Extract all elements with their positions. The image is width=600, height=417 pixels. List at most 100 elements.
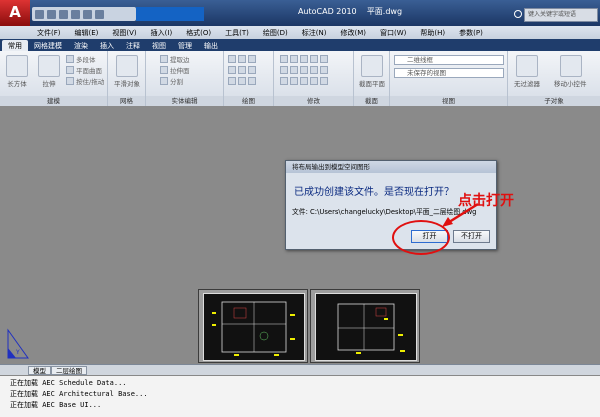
menu-draw[interactable]: 绘图(D) <box>256 28 295 38</box>
layout-preview-1 <box>198 289 308 363</box>
separate-button[interactable]: 分割 <box>160 76 183 86</box>
panel-modify: 修改 <box>274 51 354 106</box>
section-plane-label: 截面平面 <box>359 80 385 88</box>
dont-open-button[interactable]: 不打开 <box>453 230 490 243</box>
panel-mesh: 平滑对象 网格 <box>108 51 146 106</box>
menu-insert[interactable]: 插入(I) <box>144 28 180 38</box>
rotate-icon[interactable] <box>280 65 328 74</box>
floor-plan-drawing <box>337 303 405 354</box>
window-title: AutoCAD 2010 平面.dwg <box>280 6 420 20</box>
file-name: 平面.dwg <box>366 7 403 16</box>
planar-surface-button[interactable]: 平面曲面 <box>66 65 102 75</box>
circle-icon[interactable] <box>228 76 256 85</box>
extrude-faces-icon <box>160 65 168 74</box>
menu-tools[interactable]: 工具(T) <box>218 28 256 38</box>
panel-label-modeling[interactable]: 建模 <box>0 96 107 106</box>
trim-icon[interactable] <box>280 76 328 85</box>
menu-dimension[interactable]: 标注(N) <box>295 28 334 38</box>
panel-label-subobject[interactable]: 子对象 <box>508 96 600 106</box>
menu-format[interactable]: 格式(O) <box>179 28 218 38</box>
move-icon[interactable] <box>280 54 328 63</box>
ribbon: 长方体 拉伸 多段体 平面曲面 按住/拖动 建模 平滑对象 网格 提取边 拉伸面… <box>0 51 600 106</box>
floor-plan-sheet <box>203 293 305 361</box>
redo-icon[interactable] <box>83 9 92 19</box>
polyline-icon[interactable] <box>228 65 256 74</box>
tab-insert[interactable]: 插入 <box>94 40 120 51</box>
menu-help[interactable]: 帮助(H) <box>413 28 452 38</box>
menu-window[interactable]: 窗口(W) <box>373 28 413 38</box>
section-plane-button[interactable] <box>361 55 383 77</box>
print-icon[interactable] <box>95 9 104 19</box>
tab-home[interactable]: 常用 <box>2 40 28 51</box>
panel-modeling: 长方体 拉伸 多段体 平面曲面 按住/拖动 建模 <box>0 51 108 106</box>
no-filter-button[interactable] <box>516 55 538 77</box>
smooth-object-button[interactable] <box>116 55 138 77</box>
polysolid-icon <box>66 54 74 63</box>
undo-icon[interactable] <box>71 9 80 19</box>
application-menu-button[interactable]: A <box>0 0 30 26</box>
tab-second-floor-plan[interactable]: 二层绘图 <box>51 365 87 375</box>
command-window[interactable]: 正在加载 AEC Schedule Data... 正在加载 AEC Archi… <box>0 375 600 417</box>
workspace-switcher[interactable] <box>136 7 204 21</box>
extrude-faces-button[interactable]: 拉伸面 <box>160 65 190 75</box>
panel-section: 截面平面 截面 <box>354 51 390 106</box>
menu-bar: 文件(F) 编辑(E) 视图(V) 插入(I) 格式(O) 工具(T) 绘图(D… <box>0 26 600 39</box>
separate-icon <box>160 76 168 85</box>
presspull-button[interactable]: 按住/拖动 <box>66 76 105 86</box>
tab-output[interactable]: 输出 <box>198 40 224 51</box>
dialog-message: 已成功创建该文件。是否现在打开？ <box>294 187 454 198</box>
menu-file[interactable]: 文件(F) <box>30 28 68 38</box>
panel-label-draw[interactable]: 绘图 <box>224 96 273 106</box>
extract-edges-icon <box>160 54 168 63</box>
saved-view-dropdown[interactable]: 未保存的视图 <box>394 68 504 78</box>
annotation-text: 点击打开 <box>458 193 514 209</box>
planar-surface-label: 平面曲面 <box>76 66 102 75</box>
presspull-label: 按住/拖动 <box>76 77 105 86</box>
move-gizmo-label: 移动小控件 <box>554 80 587 88</box>
open-icon[interactable] <box>47 9 56 19</box>
panel-view: 二维线框 未保存的视图 视图 <box>390 51 508 106</box>
menu-view[interactable]: 视图(V) <box>105 28 143 38</box>
polysolid-button[interactable]: 多段体 <box>66 54 96 64</box>
menu-modify[interactable]: 修改(M) <box>333 28 373 38</box>
tab-model[interactable]: 模型 <box>28 365 51 375</box>
new-icon[interactable] <box>35 9 44 19</box>
extrude-button[interactable] <box>38 55 60 77</box>
extract-edges-label: 提取边 <box>170 55 190 64</box>
panel-label-solid-editing[interactable]: 实体编辑 <box>146 96 223 106</box>
layout-preview-2 <box>310 289 420 363</box>
tab-manage[interactable]: 管理 <box>172 40 198 51</box>
panel-subobject: 无过滤器 移动小控件 子对象 <box>508 51 600 106</box>
command-history-line: 正在加载 AEC Schedule Data... <box>10 379 127 387</box>
save-icon[interactable] <box>59 9 68 19</box>
box-button[interactable] <box>6 55 28 77</box>
move-gizmo-button[interactable] <box>560 55 582 77</box>
floor-plan-sheet <box>315 293 417 361</box>
layout-tab-bar: 模型 二层绘图 <box>0 364 600 375</box>
ucs-icon: Y <box>7 328 29 359</box>
planar-surface-icon <box>66 65 74 74</box>
extract-edges-button[interactable]: 提取边 <box>160 54 190 64</box>
panel-label-modify[interactable]: 修改 <box>274 96 353 106</box>
svg-text:Y: Y <box>15 349 20 356</box>
command-history-line: 正在加载 AEC Architectural Base... <box>10 390 148 398</box>
menu-edit[interactable]: 编辑(E) <box>68 28 106 38</box>
quick-access-toolbar <box>32 7 136 21</box>
tab-render[interactable]: 渲染 <box>68 40 94 51</box>
visual-style-dropdown[interactable]: 二维线框 <box>394 55 504 65</box>
smooth-object-label: 平滑对象 <box>114 80 140 88</box>
panel-label-view[interactable]: 视图 <box>390 96 507 106</box>
panel-label-mesh[interactable]: 网格 <box>108 96 145 106</box>
panel-solid-editing: 提取边 拉伸面 分割 实体编辑 <box>146 51 224 106</box>
command-history-line: 正在加载 AEC Base UI... <box>10 401 102 409</box>
menu-parameters[interactable]: 参数(P) <box>452 28 490 38</box>
tab-view[interactable]: 视图 <box>146 40 172 51</box>
box-label: 长方体 <box>7 80 27 88</box>
search-input[interactable]: 键入关键字或短语 <box>524 8 598 22</box>
panel-label-section[interactable]: 截面 <box>354 96 389 106</box>
line-icon[interactable] <box>228 54 256 63</box>
extrude-label: 拉伸 <box>42 80 56 88</box>
search-icon[interactable] <box>514 10 522 18</box>
tab-mesh-modeling[interactable]: 网格建模 <box>28 40 68 51</box>
tab-annotate[interactable]: 注释 <box>120 40 146 51</box>
